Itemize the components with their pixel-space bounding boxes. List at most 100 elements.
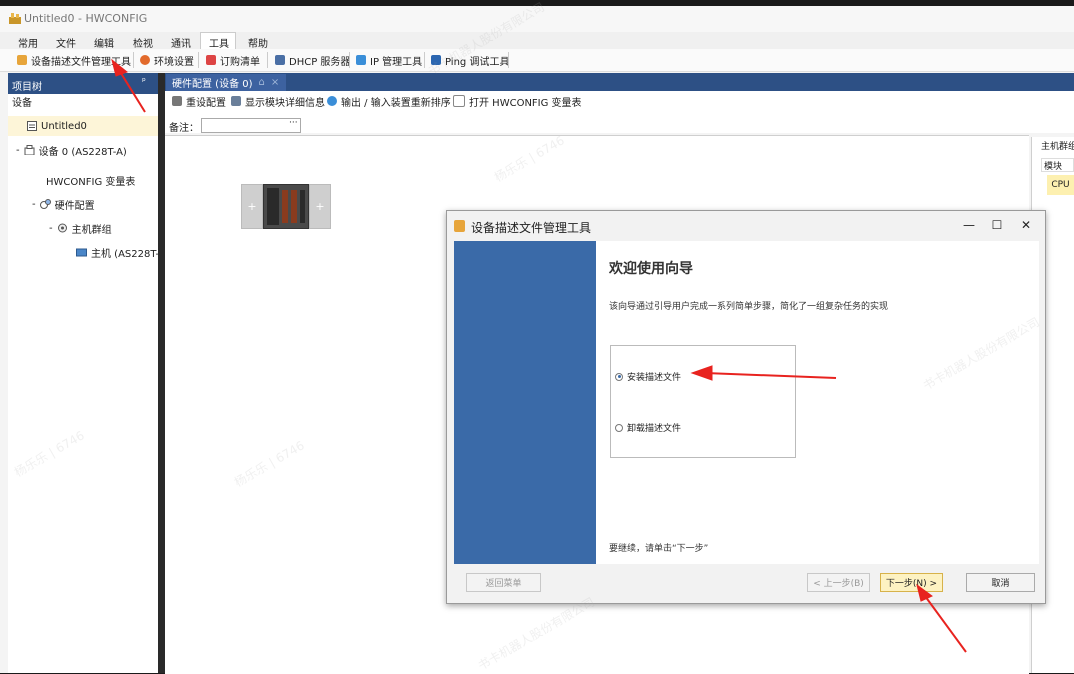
tree-item-label: 硬件配置 (54, 200, 95, 212)
show-module-details-button[interactable]: 显示模块详细信息 (228, 93, 328, 109)
collapse-icon[interactable]: - (32, 199, 36, 210)
tree-item-label: 主机群组 (71, 224, 112, 236)
device-description-wizard-dialog: 设备描述文件管理工具 — ☐ ✕ 欢迎使用向导 该向导通过引导用户完成一系列简单… (446, 210, 1046, 604)
app-logo-icon (9, 13, 21, 24)
tree-root-label: 设备 (12, 98, 32, 109)
trash-icon (172, 96, 182, 106)
ping-debug-button[interactable]: Ping 调试工具 (428, 52, 512, 68)
cpu-cell[interactable]: CPU (1047, 175, 1074, 195)
uninstall-description-option[interactable]: 卸载描述文件 (615, 421, 681, 434)
toolbar-separator (267, 52, 268, 68)
tree-item-host[interactable]: 主机 (AS228T-A (76, 243, 166, 261)
tab-close-icon[interactable]: × (271, 77, 279, 88)
previous-button[interactable]: < 上一步(B) (807, 573, 870, 592)
project-tree-panel: 设备 Untitled0 - 设备 0 (AS228T-A) HWCONFIG … (8, 94, 166, 673)
open-variable-table-button[interactable]: 打开 HWCONFIG 变量表 (450, 93, 585, 109)
toolbar-separator (424, 52, 425, 68)
reorder-io-button[interactable]: 输出 / 输入装置重新排序 (324, 93, 454, 109)
ip-management-label: IP 管理工具 (370, 56, 423, 68)
device-icon (24, 145, 35, 155)
device-description-icon (17, 55, 27, 65)
tree-item-project[interactable]: Untitled0 (27, 117, 87, 135)
cart-icon (206, 55, 216, 65)
tree-item-label: Untitled0 (41, 120, 87, 132)
ip-management-button[interactable]: IP 管理工具 (353, 52, 425, 68)
collapse-icon[interactable]: - (49, 223, 53, 234)
plc-module-graphic (267, 188, 305, 225)
back-to-menu-button[interactable]: 返回菜单 (466, 573, 541, 592)
project-tree-title: 项目树 (12, 82, 42, 93)
ping-debug-label: Ping 调试工具 (445, 56, 510, 68)
tree-item-host-group[interactable]: - 主机群组 (49, 219, 112, 237)
wizard-side-banner (454, 241, 596, 564)
tree-item-label: 设备 0 (AS228T-A) (38, 146, 127, 158)
host-module-icon (76, 248, 87, 256)
host-group-panel-title: 主机群组 (1041, 142, 1074, 152)
ping-icon (431, 55, 441, 65)
reorder-icon (327, 96, 337, 106)
menu-tools[interactable]: 工具 (209, 35, 229, 50)
menu-view[interactable]: 检视 (133, 35, 153, 50)
hardware-config-icon (39, 199, 51, 209)
ip-icon (356, 55, 366, 65)
wizard-options-group (610, 345, 796, 458)
order-list-label: 订购清单 (220, 56, 260, 68)
menu-help[interactable]: 帮助 (248, 35, 268, 50)
tree-item-hardware-config[interactable]: - 硬件配置 (32, 195, 95, 213)
add-module-left-button[interactable]: + (241, 184, 263, 229)
reset-config-button[interactable]: 重设配置 (169, 93, 229, 109)
install-description-option[interactable]: 安装描述文件 (615, 370, 681, 383)
environment-icon (140, 55, 150, 65)
next-button[interactable]: 下一步(N) > (880, 573, 943, 592)
close-icon[interactable]: ✕ (1019, 218, 1033, 232)
device-description-tool-button[interactable]: 设备描述文件管理工具 (14, 52, 134, 68)
menu-edit[interactable]: 编辑 (94, 35, 114, 50)
uninstall-description-label: 卸载描述文件 (627, 424, 682, 434)
tree-item-device[interactable]: - 设备 0 (AS228T-A) (16, 141, 127, 159)
wizard-continue-hint: 要继续，请单击“下一步” (609, 544, 709, 554)
notes-input[interactable] (201, 118, 301, 133)
collapse-icon[interactable]: - (16, 145, 20, 156)
module-column-header: 模块 (1041, 158, 1074, 172)
reorder-io-label: 输出 / 输入装置重新排序 (341, 97, 451, 109)
document-tab-strip (165, 73, 1074, 91)
device-description-tool-label: 设备描述文件管理工具 (31, 56, 131, 68)
environment-settings-label: 环境设置 (154, 56, 194, 68)
menu-bar: 常用 文件 编辑 检视 通讯 工具 帮助 (0, 32, 1074, 50)
toolbar-separator (133, 52, 134, 68)
tree-item-variable-table[interactable]: HWCONFIG 变量表 (46, 171, 135, 189)
add-module-right-button[interactable]: + (309, 184, 331, 229)
maximize-icon[interactable]: ☐ (990, 218, 1004, 232)
device-description-icon (454, 220, 465, 232)
pin-icon[interactable]: ᵖ (142, 77, 146, 87)
tab-hardware-config[interactable]: 硬件配置 (设备 0) ⌂ × (166, 74, 286, 91)
window-title: Untitled0 - HWCONFIG (24, 12, 148, 25)
dhcp-server-label: DHCP 服务器 (289, 56, 351, 68)
toolbar-separator (349, 52, 350, 68)
menu-common[interactable]: 常用 (18, 35, 38, 50)
splitter[interactable] (158, 73, 165, 673)
notes-bar: 备注： (165, 111, 1074, 134)
tab-pin-icon[interactable]: ⌂ (259, 77, 265, 88)
radio-selected-icon[interactable] (615, 372, 623, 381)
menu-file[interactable]: 文件 (56, 35, 76, 50)
project-icon (27, 121, 37, 131)
order-list-button[interactable]: 订购清单 (203, 52, 263, 68)
project-tree-header: 项目树 ᵖ (8, 73, 158, 94)
menu-communication[interactable]: 通讯 (171, 35, 191, 50)
install-description-label: 安装描述文件 (627, 373, 682, 383)
wizard-heading: 欢迎使用向导 (609, 261, 693, 277)
radio-unselected-icon[interactable] (615, 423, 623, 432)
plc-module[interactable] (263, 184, 309, 229)
table-icon (453, 95, 465, 107)
cancel-button[interactable]: 取消 (966, 573, 1035, 592)
minimize-icon[interactable]: — (962, 218, 976, 232)
open-variable-table-label: 打开 HWCONFIG 变量表 (469, 97, 582, 109)
tree-item-label: 主机 (AS228T-A (91, 248, 166, 260)
dhcp-server-button[interactable]: DHCP 服务器 (272, 52, 353, 68)
document-toolbar: 重设配置 显示模块详细信息 输出 / 输入装置重新排序 打开 HWCONFIG … (165, 91, 1074, 112)
environment-settings-button[interactable]: 环境设置 (137, 52, 197, 68)
dialog-title: 设备描述文件管理工具 (471, 221, 592, 235)
tab-label: 硬件配置 (设备 0) (172, 79, 253, 90)
notes-browse-button[interactable]: ··· (289, 118, 298, 128)
